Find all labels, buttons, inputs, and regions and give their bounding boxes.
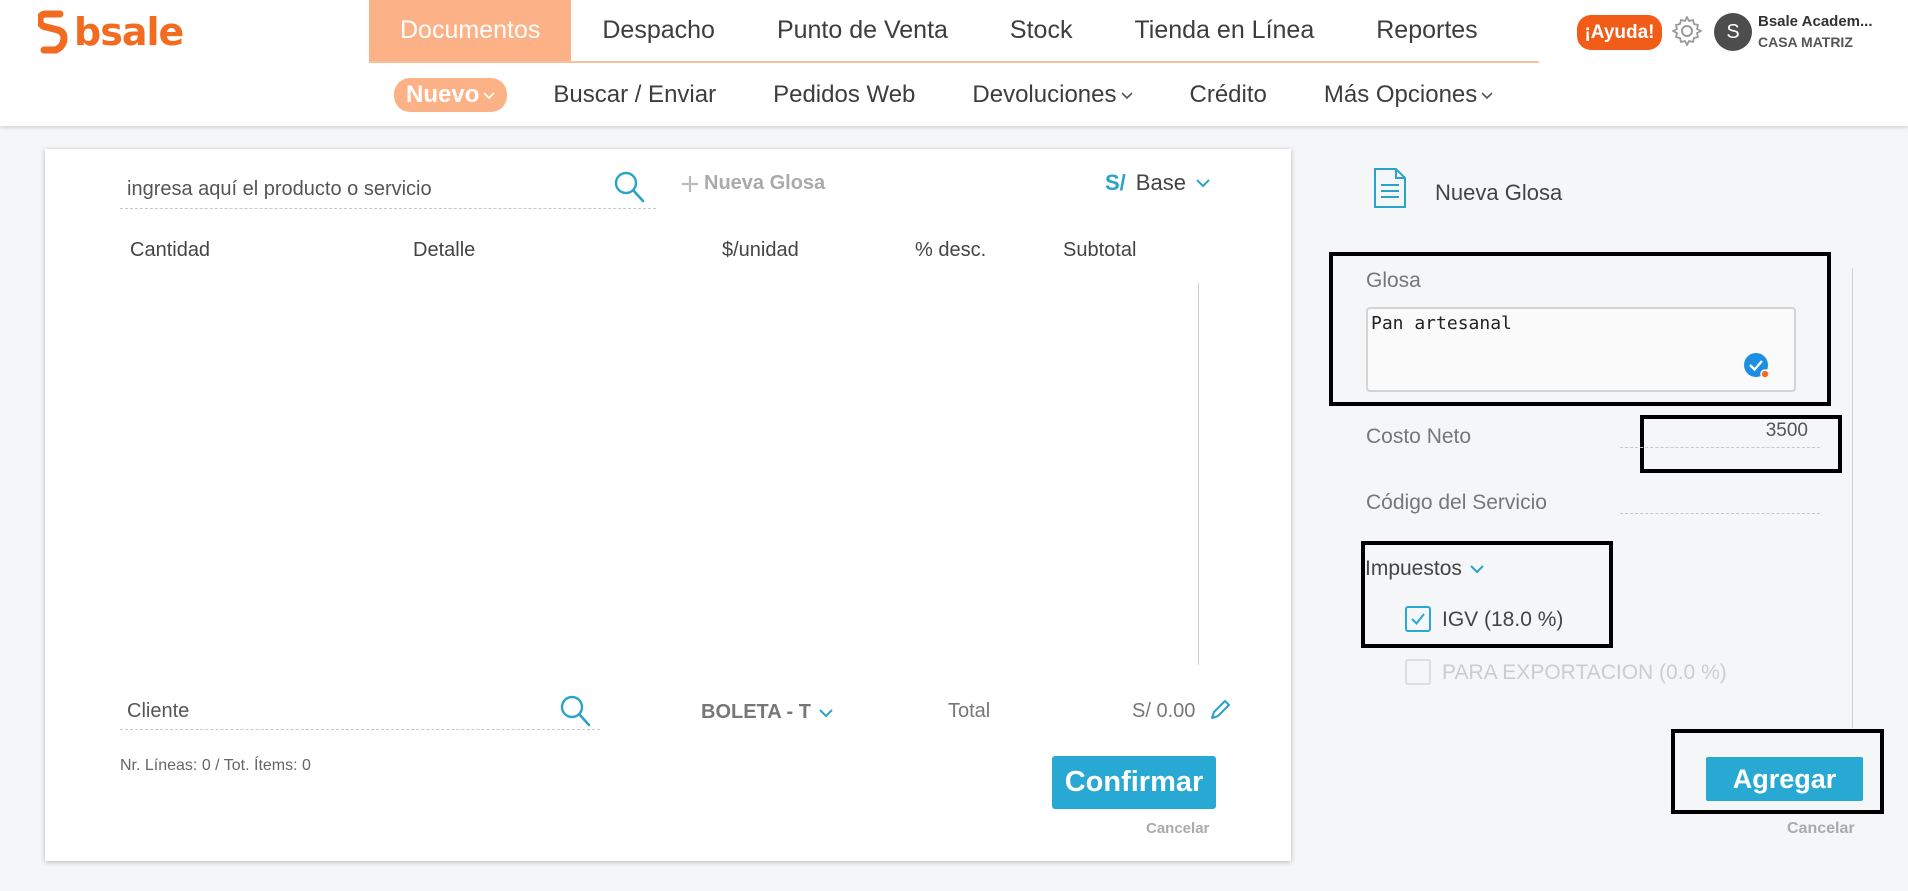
table-scrollbar-track[interactable] (1198, 283, 1199, 665)
pencil-icon[interactable] (1208, 698, 1232, 722)
column-unit-price: $/unidad (722, 239, 799, 261)
column-discount: % desc. (915, 239, 987, 261)
subnav-nuevo[interactable]: Nuevo (394, 77, 508, 112)
net-cost-label: Costo Neto (1366, 425, 1472, 448)
gloss-panel-title: Nueva Glosa (1435, 180, 1563, 205)
new-gloss-link[interactable]: Nueva Glosa (680, 172, 825, 195)
nav-reportes[interactable]: Reportes (1345, 0, 1508, 61)
subnav-credito[interactable]: Crédito (1190, 81, 1267, 109)
chevron-down-icon (1481, 91, 1493, 99)
document-type-label: BOLETA - T (701, 701, 811, 723)
gloss-field[interactable]: Pan artesanal (1366, 307, 1796, 392)
sub-nav: Nuevo Buscar / Enviar Pedidos Web Devolu… (394, 63, 1550, 126)
items-table-header: Cantidad Detalle $/unidad % desc. Subtot… (130, 239, 1180, 269)
lines-summary: Nr. Líneas: 0 / Tot. Ítems: 0 (120, 757, 311, 774)
nav-punto-de-venta[interactable]: Punto de Venta (746, 0, 979, 61)
new-gloss-label: Nueva Glosa (704, 172, 826, 194)
column-detail: Detalle (413, 239, 476, 261)
total-value: S/ 0.00 (1132, 700, 1196, 722)
document-icon (1374, 168, 1406, 208)
document-type-selector[interactable]: BOLETA - T (701, 701, 833, 724)
account-branch: CASA MATRIZ (1758, 34, 1853, 50)
product-search-input[interactable] (120, 171, 656, 208)
search-icon[interactable] (559, 694, 591, 728)
igv-checkbox[interactable] (1405, 606, 1431, 632)
account-name: Bsale Academ... (1758, 13, 1873, 30)
subnav-mas-opciones[interactable]: Más Opciones (1324, 81, 1493, 109)
plus-icon (682, 175, 698, 192)
checkmark-icon (1411, 613, 1425, 626)
gloss-label: Glosa (1366, 269, 1421, 292)
gear-icon[interactable] (1671, 15, 1703, 47)
search-icon[interactable] (613, 170, 645, 204)
client-field[interactable] (120, 694, 600, 730)
subnav-pedidos-web[interactable]: Pedidos Web (773, 81, 915, 109)
document-card: Nueva Glosa S/ Base Cantidad Detalle $/u… (45, 149, 1291, 861)
subnav-nuevo-label: Nuevo (406, 80, 480, 108)
export-label: PARA EXPORTACION (0.0 %) (1442, 661, 1727, 684)
sub-navbar: Nuevo Buscar / Enviar Pedidos Web Devolu… (0, 63, 1908, 126)
column-subtotal: Subtotal (1063, 239, 1137, 261)
price-list-selector[interactable]: S/ Base (1105, 170, 1210, 196)
subnav-devoluciones-label: Devoluciones (972, 80, 1117, 108)
subnav-pedidos-web-label: Pedidos Web (773, 80, 916, 108)
nav-tienda-en-linea[interactable]: Tienda en Línea (1103, 0, 1345, 61)
subnav-devoluciones[interactable]: Devoluciones (972, 80, 1133, 109)
client-input[interactable] (120, 694, 600, 729)
igv-label: IGV (18.0 %) (1442, 608, 1564, 631)
grammar-check-icon[interactable] (1743, 352, 1771, 380)
subnav-mas-opciones-label: Más Opciones (1323, 80, 1478, 108)
cancel-gloss-link[interactable]: Cancelar (1787, 820, 1855, 838)
price-list-label: Base (1135, 170, 1186, 195)
subnav-credito-label: Crédito (1189, 80, 1267, 108)
service-code-field[interactable] (1620, 486, 1820, 514)
chevron-down-icon (483, 91, 495, 99)
brand-name: bsale (74, 10, 184, 54)
confirm-button[interactable]: Confirmar (1052, 756, 1216, 809)
chevron-down-icon (1470, 565, 1484, 574)
currency-symbol: S/ (1105, 170, 1126, 195)
subnav-buscar-enviar-label: Buscar / Enviar (553, 80, 717, 108)
main-nav: Documentos Despacho Punto de Venta Stock… (369, 0, 1539, 63)
top-navbar: bsale Documentos Despacho Punto de Venta… (0, 0, 1908, 63)
product-search-field[interactable] (120, 171, 656, 209)
nav-stock[interactable]: Stock (979, 0, 1104, 61)
total-label: Total (948, 700, 991, 722)
account-info[interactable]: Bsale Academ... CASA MATRIZ (1758, 12, 1903, 52)
subnav-buscar-enviar[interactable]: Buscar / Enviar (553, 81, 716, 109)
chevron-down-icon (1196, 179, 1210, 188)
help-button[interactable]: ¡Ayuda! (1577, 15, 1662, 50)
service-code-label: Código del Servicio (1366, 491, 1547, 514)
chevron-down-icon (819, 708, 833, 717)
export-checkbox[interactable] (1405, 659, 1431, 685)
bsale-logo-icon (38, 10, 68, 54)
bsale-logo[interactable]: bsale (38, 10, 184, 54)
gloss-textarea[interactable]: Pan artesanal (1368, 309, 1794, 390)
panel-divider (1852, 268, 1853, 728)
cancel-document-link[interactable]: Cancelar (1146, 820, 1209, 837)
taxes-label: Impuestos (1365, 557, 1462, 580)
avatar[interactable]: S (1714, 13, 1752, 51)
column-quantity: Cantidad (130, 239, 211, 261)
nav-documentos[interactable]: Documentos (369, 0, 572, 61)
net-cost-field[interactable]: 3500 (1620, 420, 1820, 448)
nav-despacho[interactable]: Despacho (571, 0, 746, 61)
taxes-toggle[interactable]: Impuestos (1365, 557, 1484, 581)
chevron-down-icon (1120, 91, 1133, 99)
add-button[interactable]: Agregar (1706, 757, 1863, 801)
